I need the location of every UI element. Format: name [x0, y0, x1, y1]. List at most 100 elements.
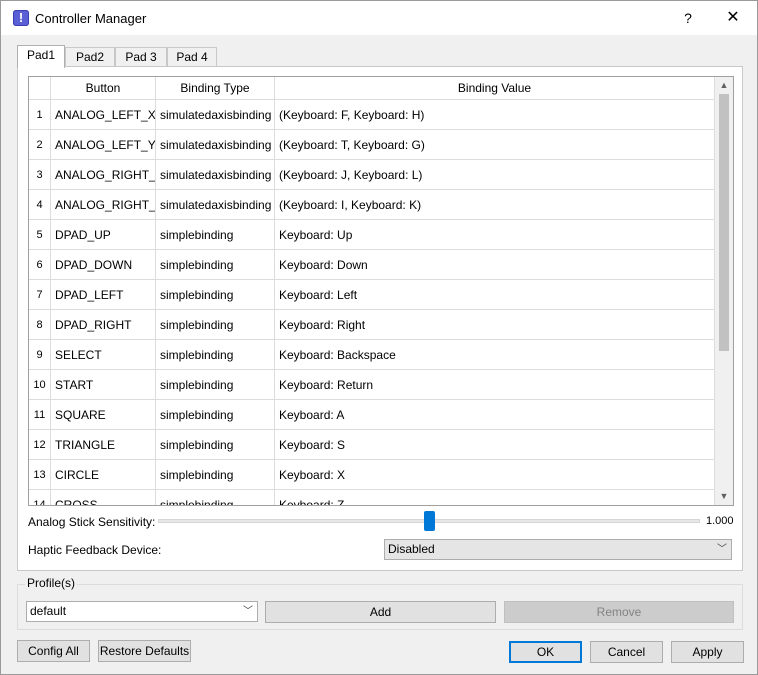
tab-pad3[interactable]: Pad 3: [115, 47, 167, 67]
apply-button[interactable]: Apply: [671, 641, 744, 663]
table-row[interactable]: 7 DPAD_LEFT simplebinding Keyboard: Left: [29, 280, 715, 310]
add-profile-button[interactable]: Add: [265, 601, 496, 623]
row-number: 13: [29, 460, 51, 490]
binding-value-cell[interactable]: (Keyboard: J, Keyboard: L): [275, 160, 715, 190]
table-row[interactable]: 10 START simplebinding Keyboard: Return: [29, 370, 715, 400]
button-cell[interactable]: DPAD_LEFT: [51, 280, 156, 310]
table-row[interactable]: 14 CROSS simplebinding Keyboard: Z: [29, 490, 715, 505]
table-row[interactable]: 5 DPAD_UP simplebinding Keyboard: Up: [29, 220, 715, 250]
scroll-down-icon[interactable]: ▼: [715, 488, 733, 505]
sensitivity-slider-thumb[interactable]: [424, 511, 435, 531]
binding-value-cell[interactable]: Keyboard: Up: [275, 220, 715, 250]
config-all-button[interactable]: Config All: [17, 640, 90, 662]
table-row[interactable]: 3 ANALOG_RIGHT_X simulatedaxisbinding (Keyb…: [29, 160, 715, 190]
header-button[interactable]: Button: [51, 77, 156, 100]
button-cell[interactable]: ANALOG_LEFT_Y: [51, 130, 156, 160]
table-row[interactable]: 9 SELECT simplebinding Keyboard: Backspace: [29, 340, 715, 370]
button-cell[interactable]: ANALOG_RIGHT_X: [51, 160, 156, 190]
header-binding-value[interactable]: Binding Value: [275, 77, 715, 100]
header-binding-type[interactable]: Binding Type: [156, 77, 275, 100]
profile-selected-value: default: [30, 604, 67, 618]
button-cell[interactable]: SELECT: [51, 340, 156, 370]
binding-value-cell[interactable]: Keyboard: Right: [275, 310, 715, 340]
binding-type-cell[interactable]: simplebinding: [156, 310, 275, 340]
row-number: 5: [29, 220, 51, 250]
binding-type-cell[interactable]: simplebinding: [156, 250, 275, 280]
tab-panel-pad1: Button Binding Type Binding Value 1 ANALO…: [17, 66, 743, 571]
remove-profile-button[interactable]: Remove: [504, 601, 734, 623]
row-number: 4: [29, 190, 51, 220]
binding-type-cell[interactable]: simplebinding: [156, 490, 275, 505]
binding-value-cell[interactable]: Keyboard: A: [275, 400, 715, 430]
binding-type-cell[interactable]: simplebinding: [156, 370, 275, 400]
chevron-down-icon: ﹀: [243, 606, 253, 617]
row-number: 3: [29, 160, 51, 190]
binding-value-cell[interactable]: (Keyboard: T, Keyboard: G): [275, 130, 715, 160]
button-cell[interactable]: ANALOG_RIGHT_Y: [51, 190, 156, 220]
binding-type-cell[interactable]: simplebinding: [156, 280, 275, 310]
app-icon: !: [13, 10, 29, 26]
button-cell[interactable]: CROSS: [51, 490, 156, 505]
button-cell[interactable]: TRIANGLE: [51, 430, 156, 460]
chevron-down-icon: ﹀: [717, 544, 727, 555]
table-scrollbar[interactable]: ▲ ▼: [715, 77, 733, 505]
binding-value-cell[interactable]: Keyboard: X: [275, 460, 715, 490]
haptic-label: Haptic Feedback Device:: [28, 543, 162, 557]
tab-pad1[interactable]: Pad1: [17, 45, 65, 68]
binding-value-cell[interactable]: Keyboard: Z: [275, 490, 715, 505]
row-number: 9: [29, 340, 51, 370]
binding-value-cell[interactable]: Keyboard: Backspace: [275, 340, 715, 370]
binding-type-cell[interactable]: simulatedaxisbinding: [156, 130, 275, 160]
button-cell[interactable]: DPAD_DOWN: [51, 250, 156, 280]
table-row[interactable]: 6 DPAD_DOWN simplebinding Keyboard: Down: [29, 250, 715, 280]
table-row[interactable]: 1 ANALOG_LEFT_X simulatedaxisbinding (Keybo…: [29, 100, 715, 130]
sensitivity-label: Analog Stick Sensitivity:: [28, 515, 156, 529]
button-cell[interactable]: DPAD_UP: [51, 220, 156, 250]
button-cell[interactable]: ANALOG_LEFT_X: [51, 100, 156, 130]
table-row[interactable]: 13 CIRCLE simplebinding Keyboard: X: [29, 460, 715, 490]
binding-type-cell[interactable]: simulatedaxisbinding: [156, 160, 275, 190]
binding-type-cell[interactable]: simulatedaxisbinding: [156, 100, 275, 130]
tab-pad2[interactable]: Pad2: [65, 47, 115, 67]
binding-type-cell[interactable]: simplebinding: [156, 460, 275, 490]
row-number: 12: [29, 430, 51, 460]
binding-type-cell[interactable]: simplebinding: [156, 340, 275, 370]
header-corner: [29, 77, 51, 100]
help-icon[interactable]: ?: [673, 5, 703, 31]
binding-value-cell[interactable]: Keyboard: Left: [275, 280, 715, 310]
table-row[interactable]: 12 TRIANGLE simplebinding Keyboard: S: [29, 430, 715, 460]
binding-value-cell[interactable]: Keyboard: S: [275, 430, 715, 460]
table-row[interactable]: 8 DPAD_RIGHT simplebinding Keyboard: Right: [29, 310, 715, 340]
table-row[interactable]: 2 ANALOG_LEFT_Y simulatedaxisbinding (Keybo…: [29, 130, 715, 160]
binding-type-cell[interactable]: simulatedaxisbinding: [156, 190, 275, 220]
binding-value-cell[interactable]: Keyboard: Return: [275, 370, 715, 400]
haptic-device-select[interactable]: Disabled ﹀: [384, 539, 732, 560]
binding-value-cell[interactable]: (Keyboard: F, Keyboard: H): [275, 100, 715, 130]
sensitivity-value: 1.000: [706, 515, 734, 527]
binding-type-cell[interactable]: simplebinding: [156, 430, 275, 460]
binding-value-cell[interactable]: (Keyboard: I, Keyboard: K): [275, 190, 715, 220]
scroll-thumb[interactable]: [719, 94, 729, 351]
row-number: 11: [29, 400, 51, 430]
button-cell[interactable]: START: [51, 370, 156, 400]
profile-select[interactable]: default ﹀: [26, 601, 258, 622]
scroll-up-icon[interactable]: ▲: [715, 77, 733, 94]
button-cell[interactable]: CIRCLE: [51, 460, 156, 490]
binding-value-cell[interactable]: Keyboard: Down: [275, 250, 715, 280]
bindings-table: Button Binding Type Binding Value 1 ANALO…: [28, 76, 734, 506]
button-cell[interactable]: SQUARE: [51, 400, 156, 430]
restore-defaults-button[interactable]: Restore Defaults: [98, 640, 191, 662]
ok-button[interactable]: OK: [509, 641, 582, 663]
window-title: Controller Manager: [35, 11, 147, 26]
tab-pad4[interactable]: Pad 4: [167, 47, 217, 67]
binding-type-cell[interactable]: simplebinding: [156, 400, 275, 430]
table-row[interactable]: 4 ANALOG_RIGHT_Y simulatedaxisbinding (Keyb…: [29, 190, 715, 220]
close-icon[interactable]: ✕: [713, 5, 753, 31]
button-cell[interactable]: DPAD_RIGHT: [51, 310, 156, 340]
row-number: 6: [29, 250, 51, 280]
cancel-button[interactable]: Cancel: [590, 641, 663, 663]
binding-type-cell[interactable]: simplebinding: [156, 220, 275, 250]
table-row[interactable]: 11 SQUARE simplebinding Keyboard: A: [29, 400, 715, 430]
controller-manager-window: ! Controller Manager ? ✕ Pad1 Pad2 Pad 3…: [0, 0, 758, 675]
profiles-label: Profile(s): [25, 576, 78, 590]
